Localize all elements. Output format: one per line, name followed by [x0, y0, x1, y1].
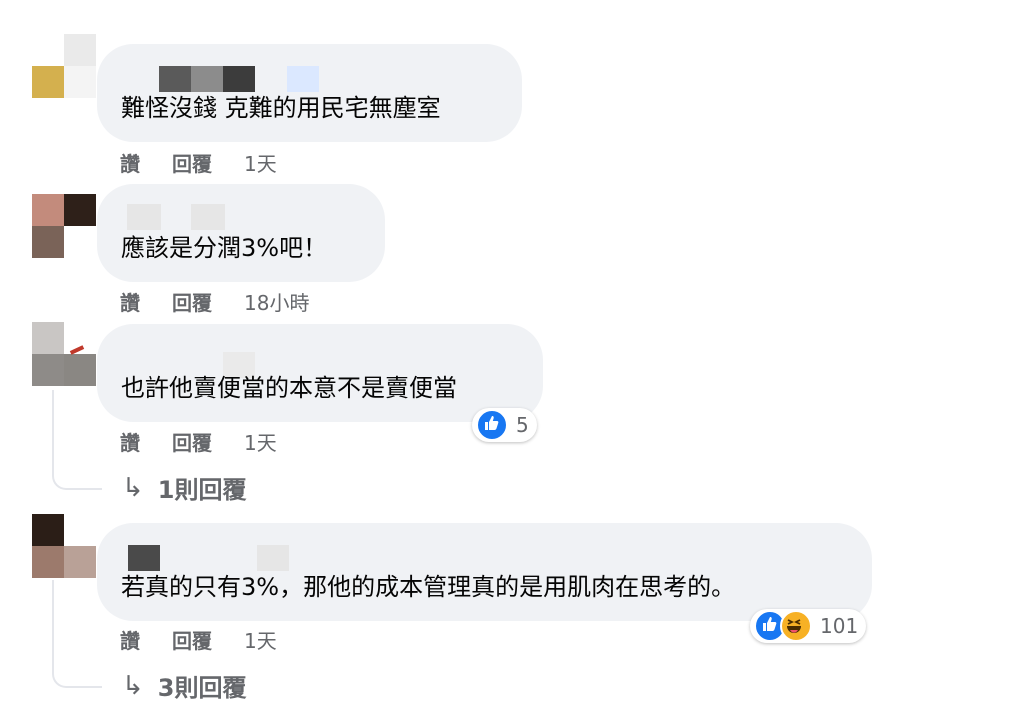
- comment-bubble: 也許他賣便當的本意不是賣便當: [97, 324, 543, 422]
- avatar[interactable]: [32, 322, 96, 386]
- reply-button[interactable]: 回覆: [172, 427, 212, 456]
- replies-count-label: 1則回覆: [157, 476, 247, 504]
- thread-connector: [52, 390, 102, 490]
- timestamp[interactable]: 1天: [244, 427, 277, 456]
- comment-text: 應該是分潤3%吧！: [121, 234, 328, 262]
- author-name-censored[interactable]: [159, 66, 191, 92]
- like-button[interactable]: 讚: [120, 287, 140, 316]
- author-name-censored[interactable]: [127, 204, 161, 230]
- like-button[interactable]: 讚: [120, 625, 140, 654]
- comment-text: 難怪沒錢 克難的用民宅無塵室: [121, 94, 441, 122]
- view-replies-button[interactable]: ↳ 3則回覆: [122, 668, 247, 703]
- like-icon: [476, 409, 508, 441]
- thread-connector: [52, 580, 102, 688]
- avatar[interactable]: [32, 514, 96, 578]
- comment-actions: 讚 回覆 18小時: [120, 286, 309, 316]
- avatar[interactable]: [32, 194, 96, 258]
- author-name-censored-block: [223, 66, 255, 92]
- timestamp[interactable]: 1天: [244, 148, 277, 177]
- reply-button[interactable]: 回覆: [172, 625, 212, 654]
- timestamp[interactable]: 18小時: [244, 287, 309, 316]
- author-name-censored[interactable]: [128, 545, 160, 571]
- author-name-censored-block: [191, 66, 223, 92]
- comment-text: 也許他賣便當的本意不是賣便當: [121, 374, 457, 402]
- comment-text: 若真的只有3%，那他的成本管理真的是用肌肉在思考的。: [121, 573, 736, 601]
- comment-actions: 讚 回覆 1天: [120, 426, 277, 456]
- view-replies-button[interactable]: ↳ 1則回覆: [122, 470, 247, 505]
- reaction-count: 5: [516, 413, 529, 437]
- comment-actions: 讚 回覆 1天: [120, 624, 277, 654]
- author-name-censored-block: [191, 204, 225, 230]
- avatar[interactable]: [32, 34, 96, 98]
- reply-arrow-icon: ↳: [122, 670, 144, 701]
- reply-arrow-icon: ↳: [122, 472, 144, 503]
- reply-button[interactable]: 回覆: [172, 148, 212, 177]
- timestamp[interactable]: 1天: [244, 625, 277, 654]
- comment-actions: 讚 回覆 1天: [120, 147, 277, 177]
- reply-button[interactable]: 回覆: [172, 287, 212, 316]
- replies-count-label: 3則回覆: [157, 674, 247, 702]
- comment-bubble: 應該是分潤3%吧！: [97, 184, 385, 282]
- like-button[interactable]: 讚: [120, 148, 140, 177]
- author-name-censored-block: [257, 545, 289, 571]
- reaction-count: 101: [820, 614, 859, 638]
- reactions-summary[interactable]: 5: [472, 408, 537, 442]
- like-button[interactable]: 讚: [120, 427, 140, 456]
- comment-bubble: 若真的只有3%，那他的成本管理真的是用肌肉在思考的。: [97, 523, 872, 621]
- author-name-censored-block: [287, 66, 319, 92]
- reactions-summary[interactable]: 101: [750, 609, 867, 643]
- comment-bubble: 難怪沒錢 克難的用民宅無塵室: [97, 44, 522, 142]
- haha-icon: [780, 610, 812, 642]
